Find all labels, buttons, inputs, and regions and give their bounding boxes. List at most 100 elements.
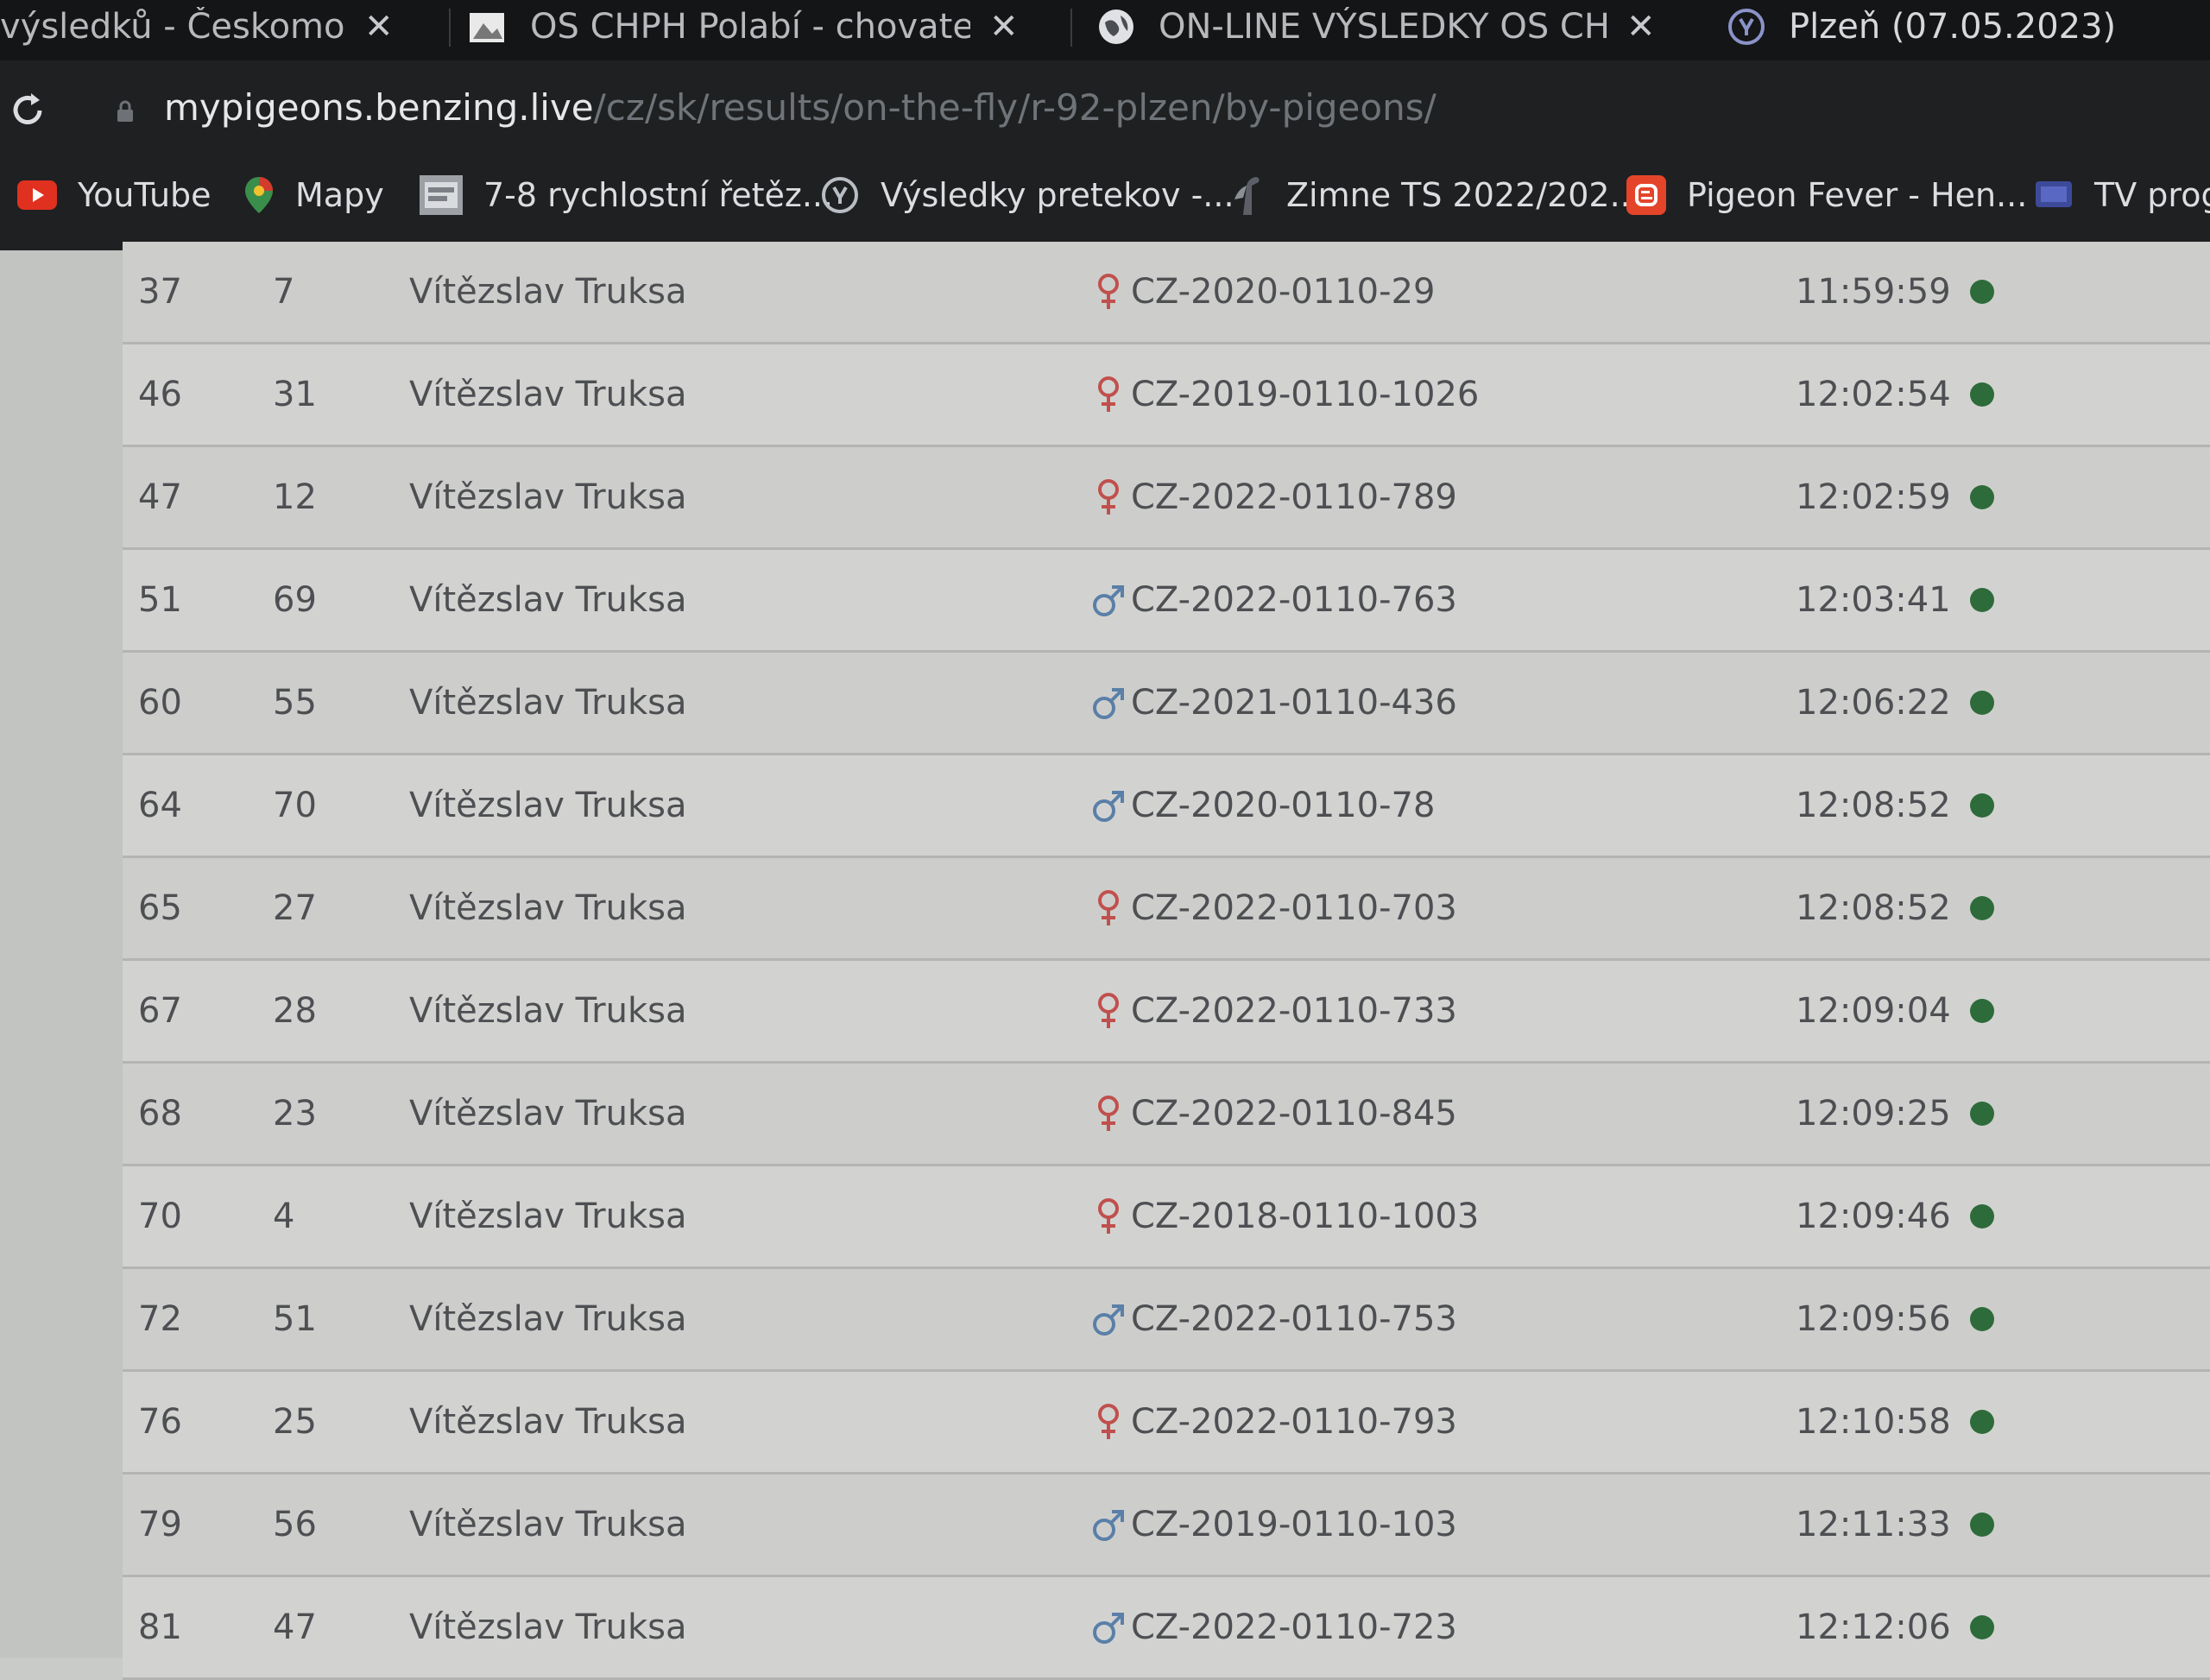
table-row[interactable]: 37 7 Vítězslav Truksa CZ-2020-0110-29 11:59:…	[123, 242, 2210, 344]
ring-number: CZ-2019-0110-103	[1131, 1505, 1457, 1544]
pigeon-number-cell: 4	[273, 1197, 295, 1236]
bookmark-rychlostni-retez[interactable]: 7-8 rychlostní řetěz...	[420, 169, 833, 221]
fancier-name-cell[interactable]: Vítězslav Truksa	[409, 858, 686, 958]
ring-cell[interactable]: CZ-2022-0110-733	[1091, 961, 1457, 1061]
table-row[interactable]: 65 27 Vítězslav Truksa CZ-2022-0110-703 12:0…	[123, 858, 2210, 961]
table-row[interactable]: 68 23 Vítězslav Truksa CZ-2022-0110-845 12:0…	[123, 1064, 2210, 1166]
bookmark-vysledky-pretekov[interactable]: Výsledky pretekov -...	[820, 169, 1234, 221]
arrival-time: 12:11:33	[1796, 1505, 1951, 1544]
rank-cell: 81	[138, 1607, 182, 1647]
bookmark-mapy[interactable]: Mapy	[243, 169, 384, 221]
left-gutter	[0, 250, 123, 1658]
tab-os-chph-polabi[interactable]: OS CHPH Polabí - chovatelé po ✕	[466, 0, 1053, 54]
table-row[interactable]: 76 25 Vítězslav Truksa CZ-2022-0110-793 12:1…	[123, 1372, 2210, 1475]
status-dot-icon	[1969, 896, 1994, 920]
reload-icon[interactable]	[7, 90, 48, 131]
ring-cell[interactable]: CZ-2022-0110-753	[1091, 1269, 1457, 1369]
pigeon-number-cell: 70	[273, 786, 317, 825]
fancier-name-cell[interactable]: Vítězslav Truksa	[409, 1372, 686, 1472]
arrival-time-cell: 12:02:59	[1796, 447, 1994, 547]
pigeon-number-cell: 69	[273, 580, 317, 620]
rank-cell: 47	[138, 477, 182, 517]
rank-cell: 70	[138, 1197, 182, 1236]
rank-cell: 46	[138, 375, 182, 414]
bookmark-tv-prog[interactable]: TV prog	[2034, 169, 2210, 221]
url-field[interactable]: mypigeons.benzing.live/cz/sk/results/on-…	[164, 86, 1436, 129]
table-row[interactable]: 60 55 Vítězslav Truksa CZ-2021-0110-436 12:0…	[123, 653, 2210, 755]
status-dot-icon	[1969, 1204, 1994, 1228]
bookmark-zimne-ts[interactable]: Zimne TS 2022/202...	[1226, 169, 1641, 221]
fancier-name-cell[interactable]: Vítězslav Truksa	[409, 550, 686, 650]
arrival-time-cell: 12:09:25	[1796, 1064, 1994, 1164]
fancier-name-cell[interactable]: Vítězslav Truksa	[409, 961, 686, 1061]
table-row[interactable]: 46 31 Vítězslav Truksa CZ-2019-0110-1026 12:…	[123, 344, 2210, 447]
fancier-name-cell[interactable]: Vítězslav Truksa	[409, 447, 686, 547]
arrival-time: 12:08:52	[1796, 888, 1951, 928]
fancier-name-cell[interactable]: Vítězslav Truksa	[409, 1166, 686, 1266]
status-dot-icon	[1969, 1307, 1994, 1331]
table-row[interactable]: 79 56 Vítězslav Truksa CZ-2019-0110-103 12:1…	[123, 1475, 2210, 1577]
table-row[interactable]: 70 4 Vítězslav Truksa CZ-2018-0110-1003 12:0…	[123, 1166, 2210, 1269]
lock-icon[interactable]	[114, 100, 136, 123]
pigeon-number-cell: 28	[273, 991, 317, 1031]
status-dot-icon	[1969, 1410, 1994, 1434]
ring-number: CZ-2021-0110-436	[1131, 683, 1457, 723]
tab-ceskomoravsky[interactable]: výsledků - Českomoravsk ✕	[0, 0, 414, 54]
close-icon[interactable]: ✕	[1626, 7, 1656, 47]
bookmark-pigeon-fever[interactable]: Pigeon Fever - Hen...	[1626, 169, 2027, 221]
fancier-name-cell[interactable]: Vítězslav Truksa	[409, 653, 686, 753]
arrival-time-cell: 11:59:59	[1796, 242, 1994, 342]
table-row[interactable]: 47 12 Vítězslav Truksa CZ-2022-0110-789 12:0…	[123, 447, 2210, 550]
ring-cell[interactable]: CZ-2019-0110-1026	[1091, 344, 1479, 445]
arrival-time: 12:09:04	[1796, 991, 1951, 1031]
close-icon[interactable]: ✕	[989, 7, 1019, 47]
ring-cell[interactable]: CZ-2022-0110-793	[1091, 1372, 1457, 1472]
fancier-name-cell[interactable]: Vítězslav Truksa	[409, 344, 686, 445]
table-row[interactable]: 64 70 Vítězslav Truksa CZ-2020-0110-78 12:08…	[123, 755, 2210, 858]
arrival-time: 12:08:52	[1796, 786, 1951, 825]
ring-cell[interactable]: CZ-2022-0110-703	[1091, 858, 1457, 958]
female-icon	[1091, 1095, 1126, 1133]
ring-cell[interactable]: CZ-2020-0110-29	[1091, 242, 1435, 342]
close-icon[interactable]: ✕	[364, 7, 394, 47]
benzing-icon	[820, 175, 860, 215]
bookmark-youtube[interactable]: YouTube	[17, 169, 212, 221]
ring-cell[interactable]: CZ-2019-0110-103	[1091, 1475, 1457, 1575]
rank-cell: 68	[138, 1094, 182, 1134]
status-dot-icon	[1969, 1513, 1994, 1537]
ring-cell[interactable]: CZ-2022-0110-845	[1091, 1064, 1457, 1164]
bookmark-label: YouTube	[78, 176, 212, 214]
tab-plzen-active[interactable]: Plzeň (07.05.2023)	[1727, 0, 2210, 54]
fancier-name-cell[interactable]: Vítězslav Truksa	[409, 1475, 686, 1575]
ring-cell[interactable]: CZ-2018-0110-1003	[1091, 1166, 1479, 1266]
fancier-name-cell[interactable]: Vítězslav Truksa	[409, 1064, 686, 1164]
bookmark-label: 7-8 rychlostní řetěz...	[483, 176, 834, 214]
arrival-time: 12:06:22	[1796, 683, 1951, 723]
ring-cell[interactable]: CZ-2020-0110-78	[1091, 755, 1435, 856]
ring-cell[interactable]: CZ-2022-0110-789	[1091, 447, 1457, 547]
rank-cell: 51	[138, 580, 182, 620]
arrival-time: 12:09:56	[1796, 1299, 1951, 1339]
female-icon	[1091, 1403, 1126, 1441]
bookmark-label: TV prog	[2094, 176, 2210, 214]
table-row[interactable]: 72 51 Vítězslav Truksa CZ-2022-0110-753 12:0…	[123, 1269, 2210, 1372]
tab-online-vysledky[interactable]: ON-LINE VÝSLEDKY OS CHPH P ✕	[1096, 0, 1683, 54]
fancier-name-cell[interactable]: Vítězslav Truksa	[409, 1577, 686, 1677]
ring-cell[interactable]: CZ-2022-0110-723	[1091, 1577, 1457, 1677]
female-icon	[1091, 1197, 1126, 1235]
table-row[interactable]: 51 69 Vítězslav Truksa CZ-2022-0110-763 12:0…	[123, 550, 2210, 653]
ring-number: CZ-2022-0110-763	[1131, 580, 1457, 620]
fancier-name-cell[interactable]: Vítězslav Truksa	[409, 755, 686, 856]
arrival-time-cell: 12:09:04	[1796, 961, 1994, 1061]
pigeon-number-cell: 7	[273, 272, 295, 312]
female-icon	[1091, 273, 1126, 311]
table-row[interactable]: 81 47 Vítězslav Truksa CZ-2022-0110-723 12:1…	[123, 1577, 2210, 1680]
status-dot-icon	[1969, 382, 1994, 407]
ring-cell[interactable]: CZ-2021-0110-436	[1091, 653, 1457, 753]
ring-cell[interactable]: CZ-2022-0110-763	[1091, 550, 1457, 650]
url-path: /cz/sk/results/on-the-fly/r-92-plzen/by-…	[593, 86, 1436, 129]
table-row[interactable]: 67 28 Vítězslav Truksa CZ-2022-0110-733 12:0…	[123, 961, 2210, 1064]
fancier-name-cell[interactable]: Vítězslav Truksa	[409, 1269, 686, 1369]
fancier-name-cell[interactable]: Vítězslav Truksa	[409, 242, 686, 342]
pigeon-number-cell: 31	[273, 375, 317, 414]
